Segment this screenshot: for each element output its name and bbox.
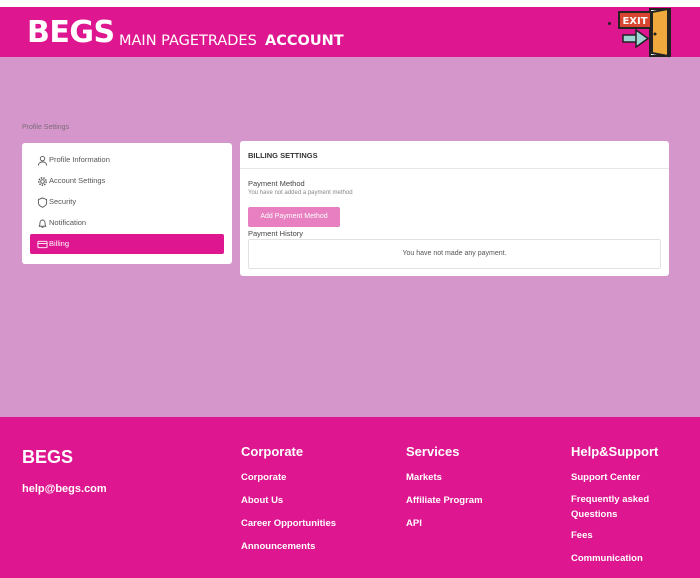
nav-trades[interactable]: TRADES (199, 32, 257, 50)
footer-column-title: Corporate (241, 444, 304, 459)
shield-icon (37, 197, 48, 208)
footer-column-services: Services Markets Affiliate Program API (406, 444, 483, 541)
breadcrumb: Profile Settings (22, 124, 70, 131)
footer-column-title: Help&Support (571, 444, 659, 459)
footer-link-fees[interactable]: Fees (571, 530, 663, 542)
footer-link-about-us[interactable]: About Us (241, 495, 336, 507)
billing-settings-panel: BILLING SETTINGS Payment Method You have… (240, 141, 669, 276)
footer-column-title: Services (406, 444, 460, 459)
add-payment-method-button[interactable]: Add Payment Method (248, 207, 340, 227)
gear-icon (38, 177, 47, 186)
payment-method-label: Payment Method (248, 179, 305, 188)
brand-logo[interactable]: BEGS (27, 16, 115, 50)
footer-link-markets[interactable]: Markets (406, 472, 483, 484)
footer-link-announcements[interactable]: Announcements (241, 541, 336, 553)
footer-email-link[interactable]: help@begs.com (22, 483, 107, 495)
footer-link-communication[interactable]: Communication (571, 553, 663, 565)
bell-icon (38, 219, 47, 228)
sidebar-item-label: Notification (49, 218, 87, 227)
footer-column-corporate: Corporate Corporate About Us Career Oppo… (241, 444, 336, 564)
sidebar-item-billing[interactable]: Billing (30, 234, 224, 254)
nav-account[interactable]: ACCOUNT (265, 32, 344, 50)
sidebar-item-label: Account Settings (49, 176, 106, 185)
sidebar-item-label: Billing (49, 239, 70, 248)
payment-history-empty-box: You have not made any payment. (248, 239, 661, 269)
sidebar-item-security[interactable]: Security (30, 192, 224, 212)
sidebar-item-account-settings[interactable]: Account Settings (30, 171, 224, 191)
footer-link-corporate[interactable]: Corporate (241, 472, 336, 484)
settings-sidebar: Profile Information Account Settings Sec… (22, 143, 232, 264)
footer-link-support-center[interactable]: Support Center (571, 472, 663, 484)
payment-history-label: Payment History (248, 229, 304, 238)
nav-main-page[interactable]: MAIN PAGE (119, 32, 199, 50)
exit-button[interactable]: EXIT (617, 7, 673, 58)
credit-card-icon (37, 240, 48, 249)
status-dot (608, 22, 611, 25)
exit-door-icon: EXIT (618, 7, 671, 58)
footer-link-api[interactable]: API (406, 518, 483, 530)
sidebar-item-label: Security (49, 197, 77, 206)
footer-link-affiliate-program[interactable]: Affiliate Program (406, 495, 483, 507)
panel-title: BILLING SETTINGS (248, 151, 318, 160)
footer-brand: BEGS (22, 447, 74, 467)
payment-method-empty-text: You have not added a payment method (248, 190, 353, 196)
footer-column-help-support: Help&Support Support Center Frequently a… (571, 444, 663, 576)
footer-link-career-opportunities[interactable]: Career Opportunities (241, 518, 336, 530)
header-bar: BEGS MAIN PAGE TRADES ACCOUNT (0, 7, 700, 57)
footer-link-faq[interactable]: Frequently asked Questions (571, 492, 663, 522)
exit-sign-text: EXIT (622, 16, 647, 27)
panel-divider (240, 168, 669, 169)
sidebar-item-label: Profile Information (49, 155, 110, 164)
user-icon (37, 156, 48, 166)
top-strip (0, 0, 700, 7)
sidebar-item-profile-information[interactable]: Profile Information (30, 150, 224, 170)
sidebar-item-notification[interactable]: Notification (30, 213, 224, 233)
footer: BEGS help@begs.com Corporate Corporate A… (0, 417, 700, 578)
